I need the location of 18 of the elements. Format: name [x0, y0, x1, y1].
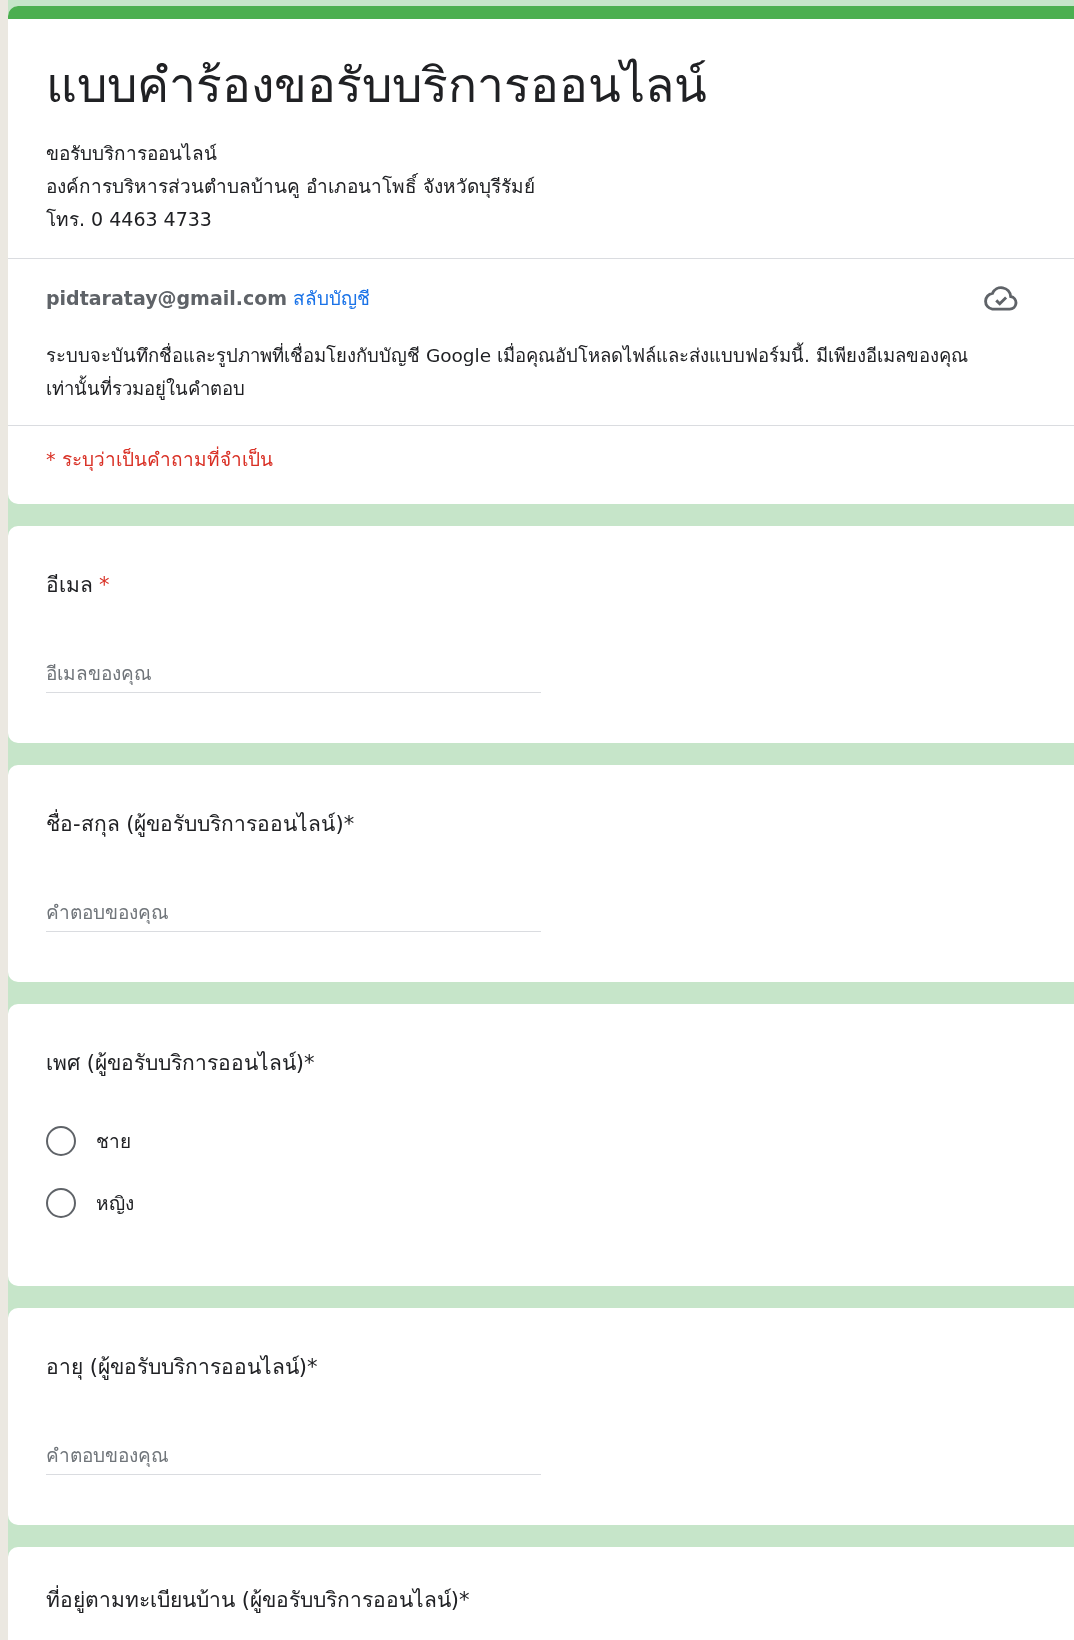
question-title: อายุ (ผู้ขอรับบริการออนไลน์)*: [46, 1354, 319, 1382]
switch-account-link[interactable]: สลับบัญชี: [293, 283, 371, 313]
form-description-line: องค์การบริหารส่วนตำบลบ้านคู อำเภอนาโพธิ์ จังหวัดบุรีรัมย์: [46, 172, 537, 200]
question-title: เพศ (ผู้ขอรับบริการออนไลน์)*: [46, 1050, 316, 1078]
form-title: แบบคำร้องขอรับบริการออนไลน์: [46, 56, 708, 115]
form-description-line: ขอรับบริการออนไลน์: [46, 141, 218, 166]
option-label: ชาย: [96, 1129, 131, 1154]
question-title: ที่อยู่ตามทะเบียนบ้าน (ผู้ขอรับบริการออนไลน์)*: [46, 1585, 1048, 1615]
question-title: ชื่อ-สกุล (ผู้ขอรับบริการออนไลน์)*: [46, 809, 1048, 839]
radio-button[interactable]: [46, 1126, 76, 1156]
option-label: หญิง: [96, 1191, 134, 1216]
required-note: * ระบุว่าเป็นคำถามที่จำเป็น: [8, 425, 1074, 504]
form-description-line: โทร. 0 4463 4733: [46, 207, 213, 232]
question-title: อีเมล *: [46, 572, 111, 599]
radio-button[interactable]: [46, 1188, 76, 1218]
account-email: pidtaratay@gmail.com: [46, 287, 288, 309]
account-notice: ระบบจะบันทึกชื่อและรูปภาพที่เชื่อมโยงกับบัญชี Google เมื่อคุณอัปโหลดไฟล์และส่งแบบฟอร์มนี้. มีเพียงอีเมลของคุณเท่านั้นที่รวมอยู่ในคำตอบ: [46, 339, 1048, 405]
required-asterisk: *: [99, 573, 110, 597]
